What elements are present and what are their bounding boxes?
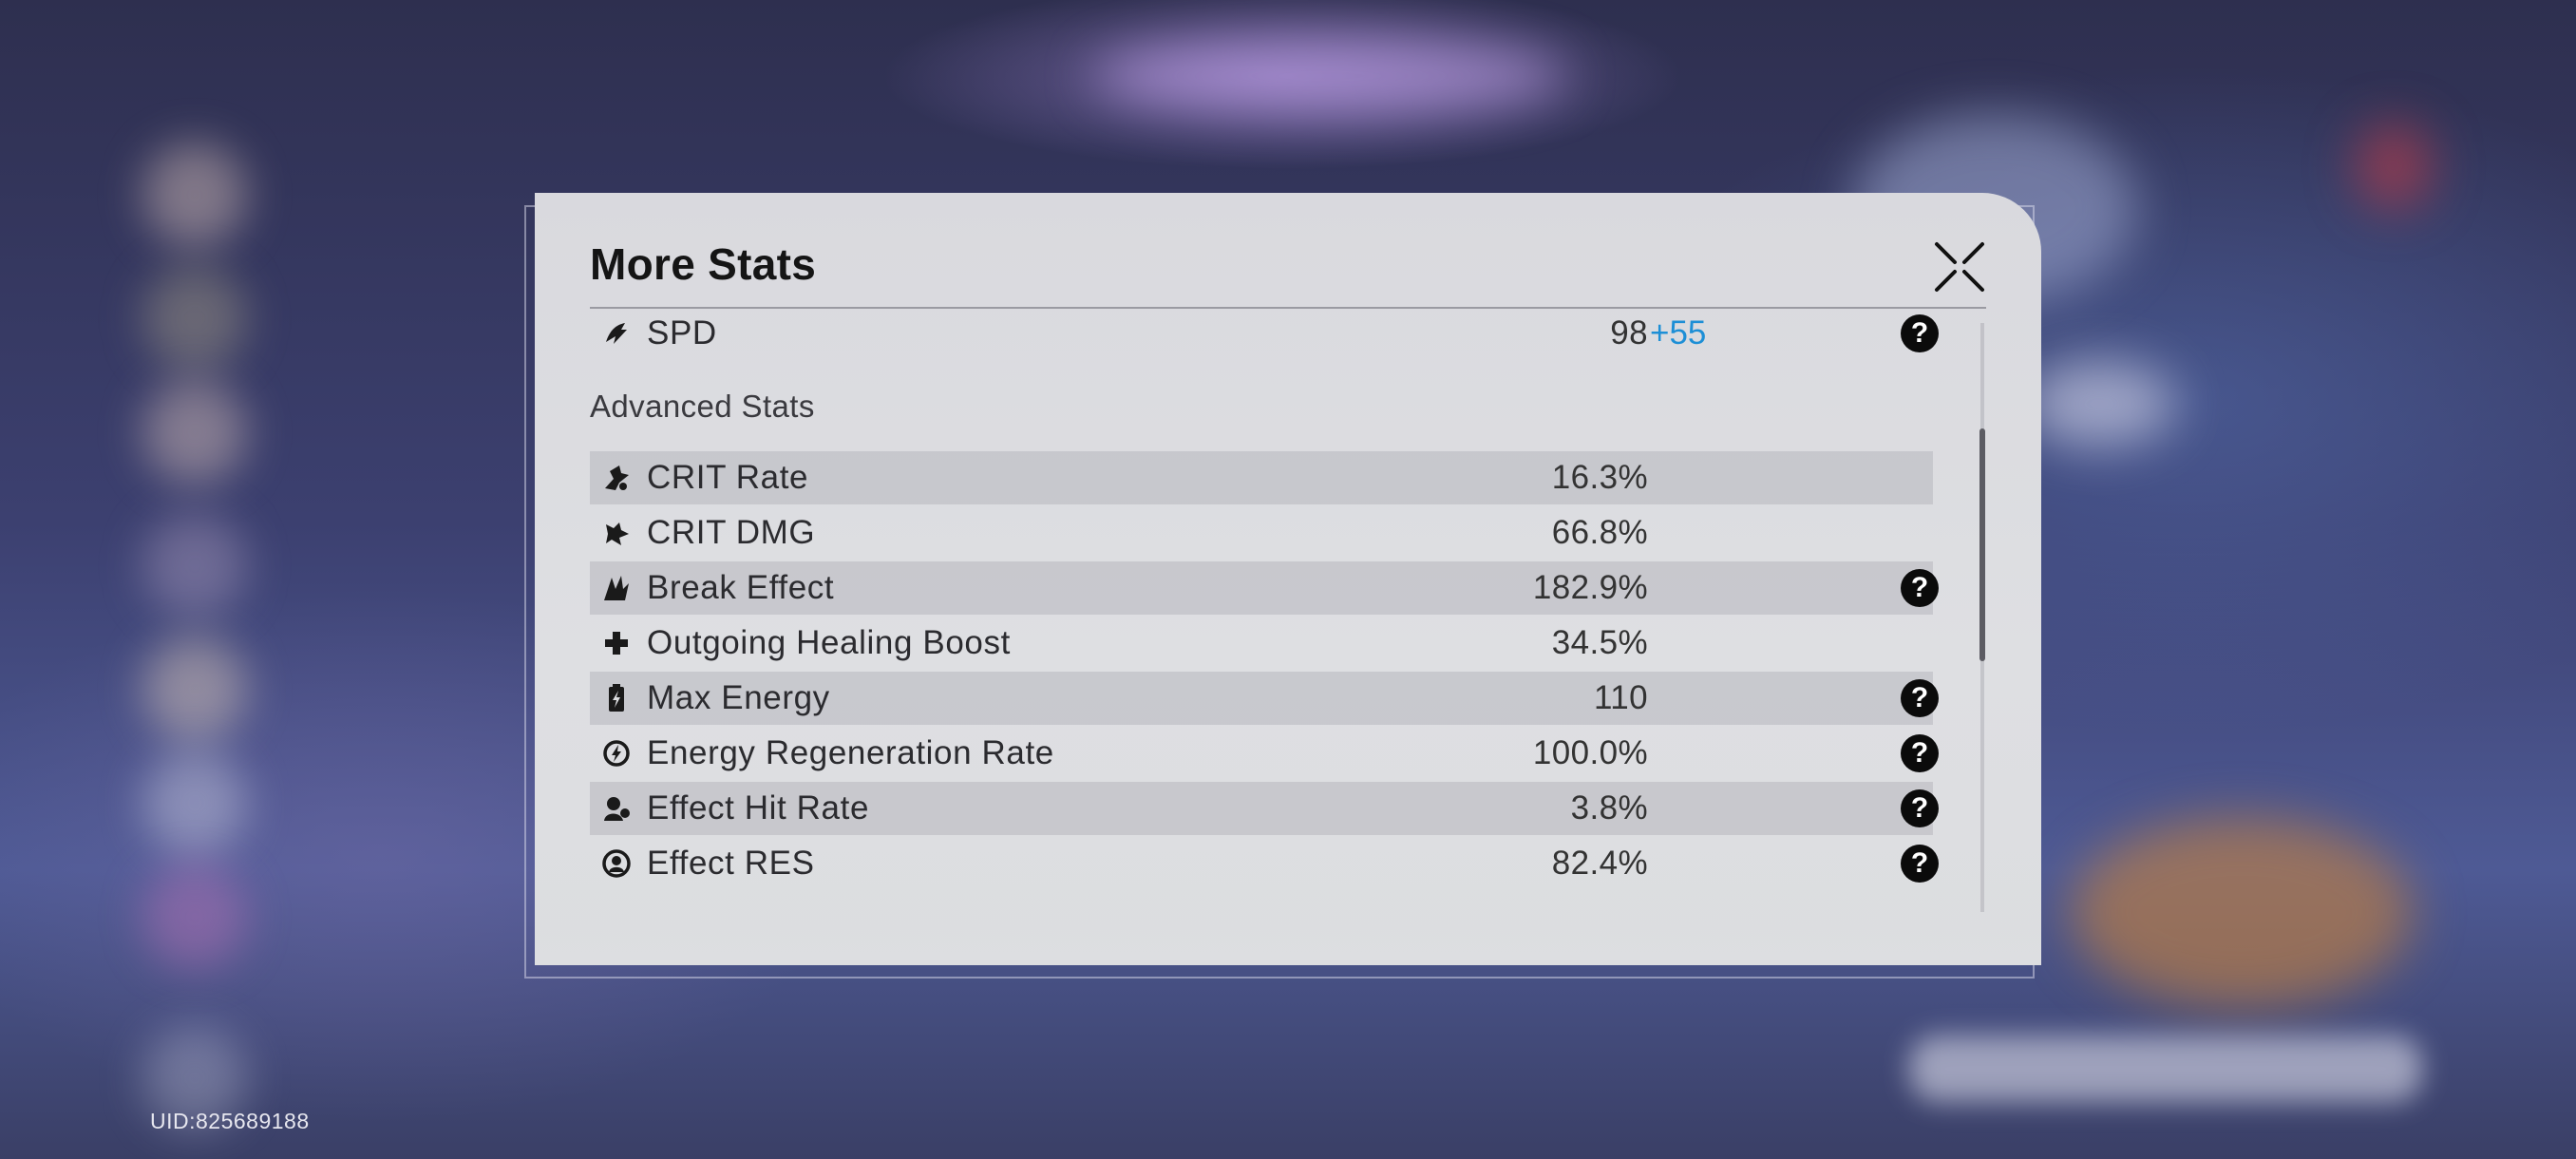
stat-label: Effect RES xyxy=(647,845,815,882)
advanced-stats-heading: Advanced Stats xyxy=(590,389,815,424)
help-icon[interactable]: ? xyxy=(1901,845,1939,883)
stat-label: Outgoing Healing Boost xyxy=(647,624,1011,661)
stat-value: 82.4% xyxy=(1551,845,1648,882)
stat-label: SPD xyxy=(647,314,717,352)
stat-value: 110 xyxy=(1594,679,1648,716)
stat-value: 3.8% xyxy=(1570,789,1648,826)
scroll-fade xyxy=(535,917,2041,964)
stat-label: CRIT DMG xyxy=(647,514,816,551)
stat-value: 100.0% xyxy=(1532,734,1648,771)
stat-value: 98 xyxy=(1610,314,1648,352)
break-effect-icon xyxy=(597,569,635,607)
crit-dmg-icon xyxy=(597,514,635,552)
stat-row-effect-hit-rate: Effect Hit Rate 3.8% ? xyxy=(590,782,1939,835)
stat-value: 16.3% xyxy=(1551,459,1648,496)
stat-row-energy-regen: Energy Regeneration Rate 100.0% ? xyxy=(590,727,1939,780)
stat-row-break-effect: Break Effect 182.9% ? xyxy=(590,561,1939,615)
energy-regen-icon xyxy=(597,734,635,772)
help-icon[interactable]: ? xyxy=(1901,734,1939,772)
help-icon[interactable]: ? xyxy=(1901,679,1939,717)
stat-label: Break Effect xyxy=(647,569,835,606)
stat-label: Effect Hit Rate xyxy=(647,789,870,826)
crit-rate-icon xyxy=(597,459,635,497)
effect-res-icon xyxy=(597,845,635,883)
stat-row-crit-dmg: CRIT DMG 66.8% xyxy=(590,506,1933,560)
dialog-title: More Stats xyxy=(590,239,817,289)
stat-row-spd: SPD 98 +55 ? xyxy=(590,309,1939,360)
help-icon[interactable]: ? xyxy=(1901,314,1939,352)
stat-row-crit-rate: CRIT Rate 16.3% xyxy=(590,451,1933,504)
healing-cross-icon xyxy=(597,624,635,662)
stats-scroll-area[interactable]: SPD 98 +55 ? Advanced Stats CRIT Rate 16… xyxy=(535,309,2041,964)
stat-row-outgoing-healing: Outgoing Healing Boost 34.5% xyxy=(590,617,1933,670)
scrollbar-thumb[interactable] xyxy=(1979,428,1985,661)
stat-bonus: +55 xyxy=(1650,314,1707,352)
stat-value: 182.9% xyxy=(1532,569,1648,606)
help-icon[interactable]: ? xyxy=(1901,789,1939,827)
more-stats-dialog: More Stats SPD 98 +55 ? Advanced Stats C… xyxy=(535,193,2041,965)
stat-value: 34.5% xyxy=(1551,624,1648,661)
effect-hit-icon xyxy=(597,789,635,827)
spd-icon xyxy=(597,314,635,352)
player-uid: UID:825689188 xyxy=(150,1109,310,1133)
stat-value: 66.8% xyxy=(1551,514,1648,551)
stat-label: Energy Regeneration Rate xyxy=(647,734,1054,771)
stat-label: CRIT Rate xyxy=(647,459,809,496)
stat-label: Max Energy xyxy=(647,679,830,716)
stat-row-max-energy: Max Energy 110 ? xyxy=(590,672,1939,725)
close-x-icon[interactable] xyxy=(1931,238,1988,295)
stat-row-effect-res: Effect RES 82.4% ? xyxy=(590,837,1939,890)
energy-battery-icon xyxy=(597,679,635,717)
help-icon[interactable]: ? xyxy=(1901,569,1939,607)
